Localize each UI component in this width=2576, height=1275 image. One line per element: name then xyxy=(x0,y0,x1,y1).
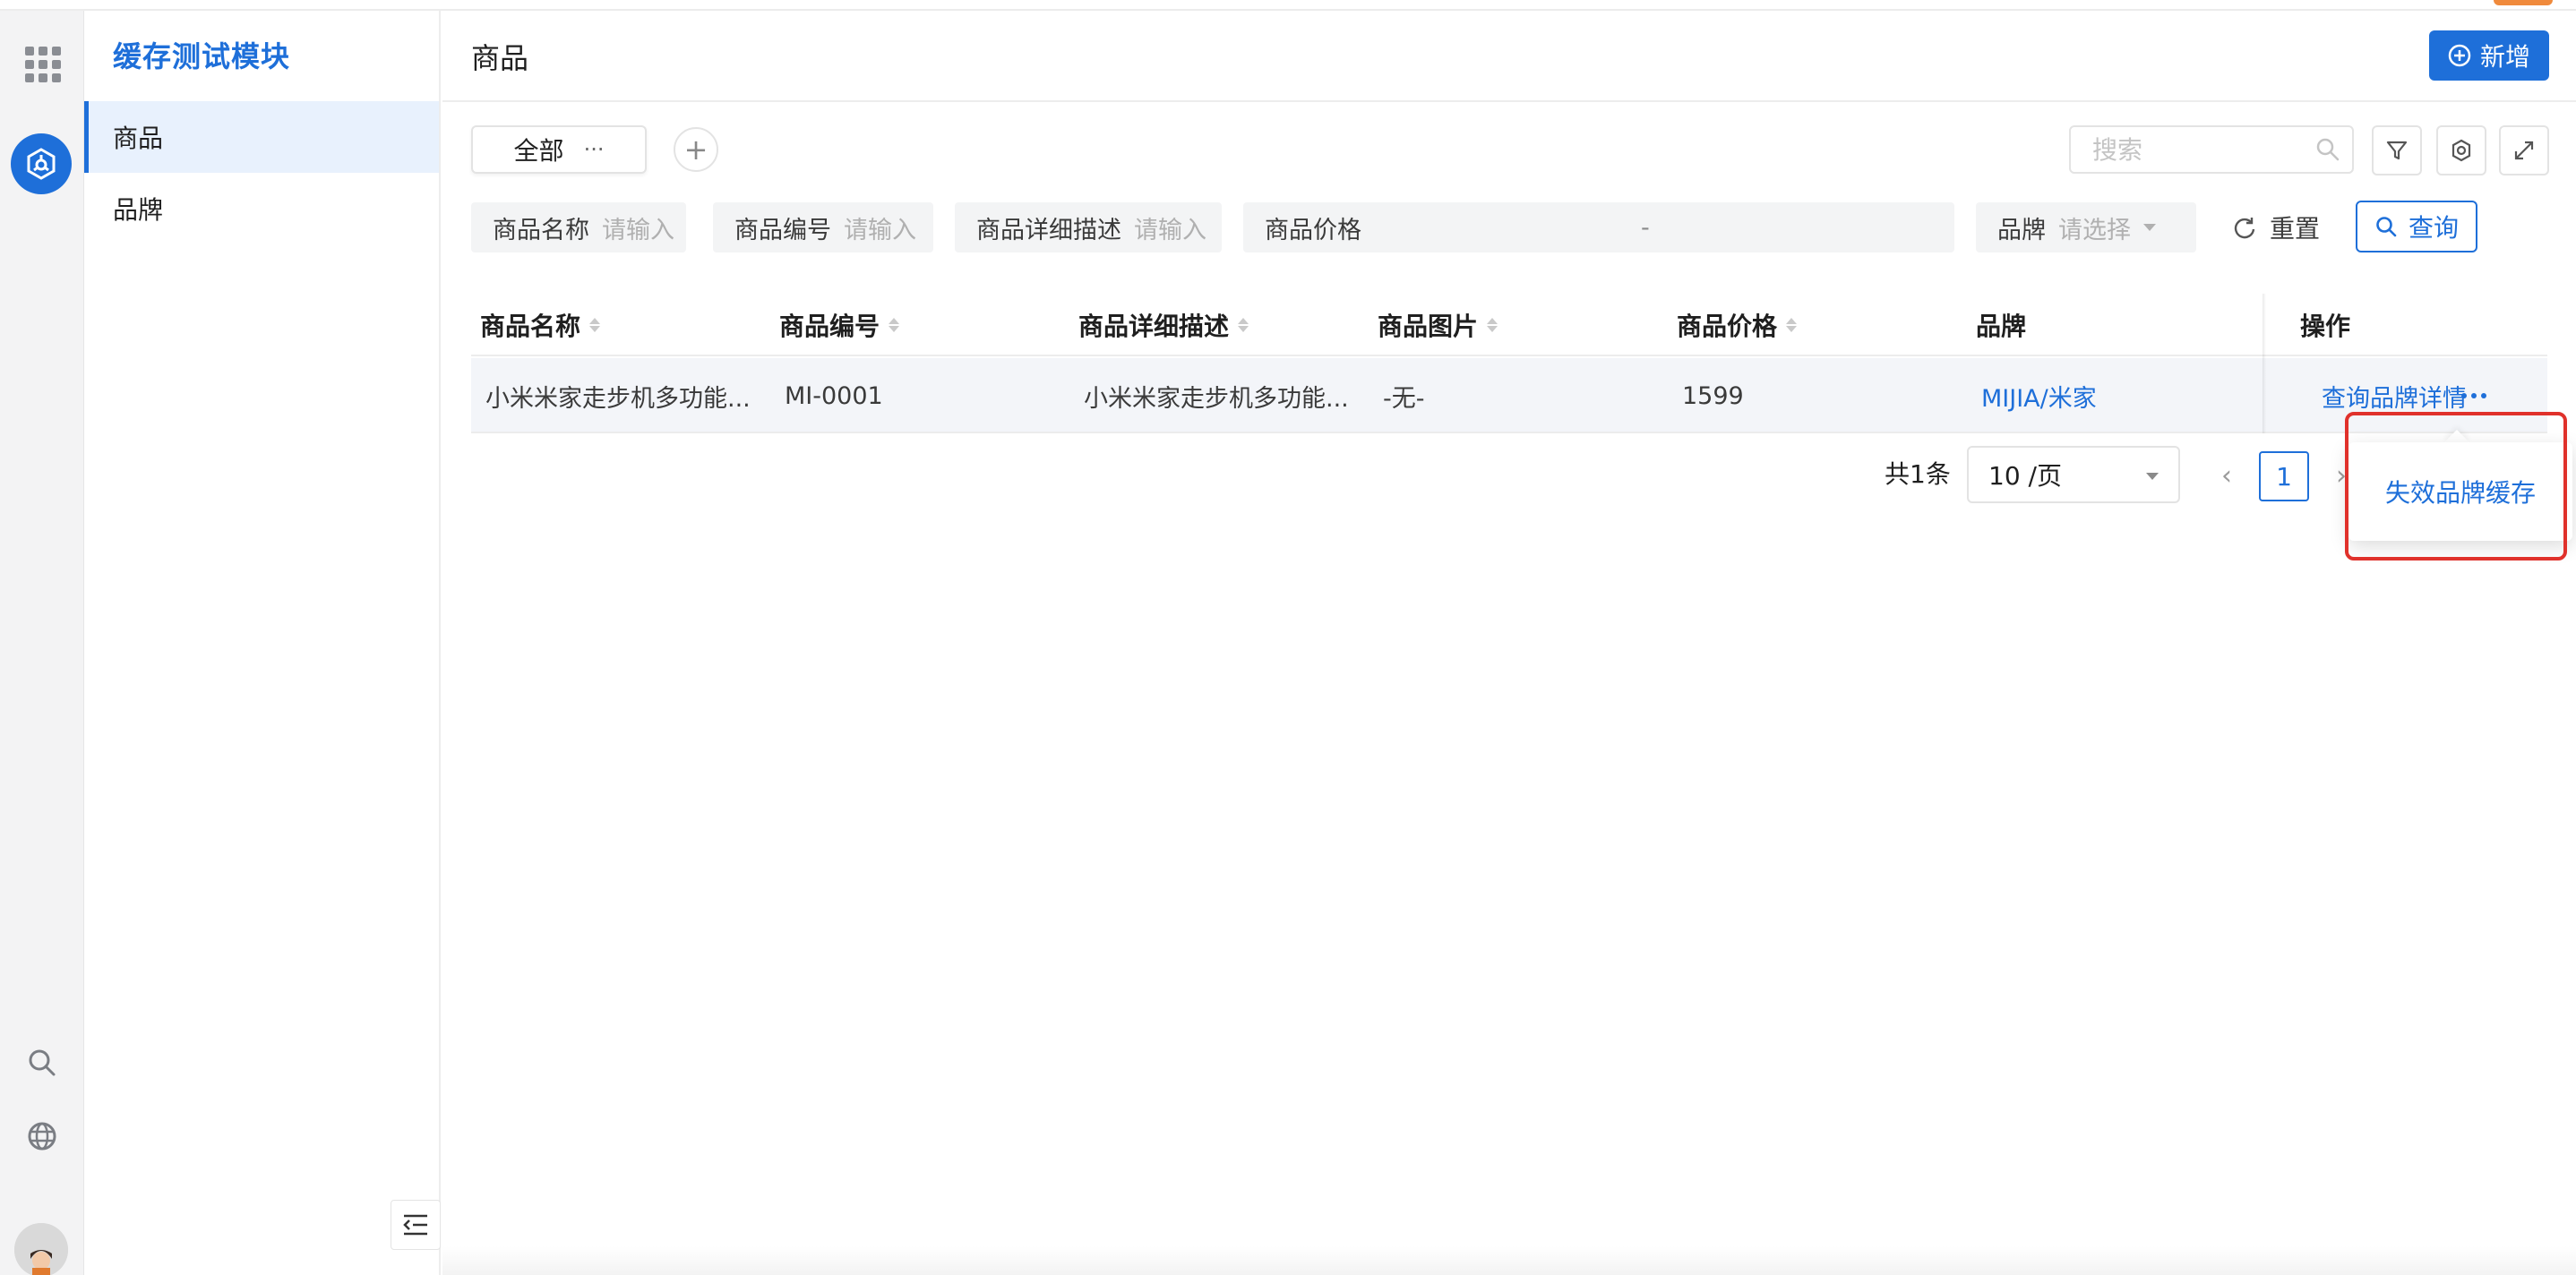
refresh-icon xyxy=(2234,218,2255,239)
more-actions-popover: 失效品牌缓存 xyxy=(2348,442,2572,541)
filter-brand[interactable]: 品牌 请选择 xyxy=(1976,202,2196,252)
module-title: 缓存测试模块 xyxy=(113,39,291,73)
cell-desc: 小米米家走步机多功能... xyxy=(1084,384,1349,413)
add-new-label: 新增 xyxy=(2479,42,2530,72)
add-view-button[interactable]: + xyxy=(674,127,718,172)
page-number-1[interactable]: 1 xyxy=(2259,451,2309,501)
filter-label: 商品编号 xyxy=(734,216,831,244)
chevron-down-icon xyxy=(2143,224,2156,231)
table-row[interactable]: 小米米家走步机多功能... MI-0001 小米米家走步机多功能... -无- … xyxy=(471,358,2547,433)
column-label: 商品价格 xyxy=(1677,312,1778,341)
fullscreen-button[interactable] xyxy=(2499,125,2549,175)
search-icon[interactable] xyxy=(23,1044,61,1082)
app-rail xyxy=(0,11,84,1275)
cell-brand-link[interactable]: MIJIA/米家 xyxy=(1981,358,2097,433)
column-header-desc[interactable]: 商品详细描述 xyxy=(1078,294,1249,356)
column-label: 操作 xyxy=(2300,312,2351,341)
avatar[interactable] xyxy=(14,1223,68,1275)
cell-image: -无- xyxy=(1383,384,1425,413)
filter-label: 商品名称 xyxy=(493,216,589,244)
module-icon[interactable] xyxy=(11,133,72,194)
filter-product-name[interactable]: 商品名称 请输入 xyxy=(471,202,686,252)
filter-product-desc[interactable]: 商品详细描述 请输入 xyxy=(955,202,1222,252)
collapse-sidebar-button[interactable] xyxy=(391,1200,441,1250)
search-icon xyxy=(2316,138,2340,161)
filter-placeholder: 请输入 xyxy=(1134,216,1206,244)
sidebar-item-products[interactable]: 商品 xyxy=(84,101,439,173)
settings-button[interactable] xyxy=(2436,125,2486,175)
filter-product-price[interactable]: 商品价格 - xyxy=(1243,202,1954,252)
page-title: 商品 xyxy=(471,41,529,75)
filter-icon xyxy=(2386,141,2408,160)
search-input[interactable] xyxy=(2069,125,2354,174)
column-label: 商品编号 xyxy=(779,312,880,341)
filter-placeholder: 请输入 xyxy=(602,216,674,244)
bottom-fade xyxy=(442,1246,2576,1275)
filter-placeholder: 请选择 xyxy=(2058,216,2131,244)
column-header-name[interactable]: 商品名称 xyxy=(480,294,601,356)
filter-button[interactable] xyxy=(2372,125,2422,175)
column-header-image[interactable]: 商品图片 xyxy=(1378,294,1498,356)
plus-icon: + xyxy=(683,133,708,167)
sidebar-item-label: 商品 xyxy=(113,124,164,153)
cell-code: MI-0001 xyxy=(785,381,883,410)
page-size-select[interactable]: 10 /页 xyxy=(1967,446,2180,503)
filter-product-code[interactable]: 商品编号 请输入 xyxy=(713,202,933,252)
sort-icon[interactable] xyxy=(1786,318,1798,332)
column-header-actions: 操作 xyxy=(2300,294,2350,356)
view-tab-label: 全部 xyxy=(513,136,564,166)
app-window: 缓存测试模块 商品 品牌 商品 新增 全部 ··· + 搜索 商品名称 请输入 … xyxy=(0,0,2576,1275)
collapse-icon xyxy=(403,1214,427,1236)
globe-icon[interactable] xyxy=(23,1117,61,1155)
invalidate-brand-cache-item[interactable]: 失效品牌缓存 xyxy=(2385,474,2536,509)
reset-label: 重置 xyxy=(2270,214,2321,244)
plus-circle-icon xyxy=(2448,44,2471,67)
column-label: 商品图片 xyxy=(1378,312,1479,341)
fixed-column-shadow xyxy=(2263,294,2266,433)
main-content: 商品 新增 全部 ··· + 搜索 商品名称 请输入 商品编号 请输入 商品详细… xyxy=(442,11,2576,1275)
add-new-button[interactable]: 新增 xyxy=(2429,30,2549,81)
search-icon xyxy=(2376,217,2397,237)
sort-icon[interactable] xyxy=(1238,318,1249,332)
query-button[interactable]: 查询 xyxy=(2356,201,2477,252)
more-icon xyxy=(2461,393,2486,398)
expand-icon xyxy=(2514,141,2534,160)
price-range-separator: - xyxy=(1641,213,1650,242)
filter-label: 商品详细描述 xyxy=(976,216,1121,244)
column-label: 品牌 xyxy=(1976,312,2027,341)
column-header-code[interactable]: 商品编号 xyxy=(779,294,900,356)
view-brand-detail-link[interactable]: 查询品牌详情 xyxy=(2322,358,2467,433)
column-header-brand: 品牌 xyxy=(1976,294,2026,356)
more-actions-button[interactable] xyxy=(2461,358,2486,433)
reset-button[interactable]: 重置 xyxy=(2232,202,2320,252)
column-label: 商品名称 xyxy=(480,312,581,341)
chevron-down-icon xyxy=(2146,473,2159,480)
sort-icon[interactable] xyxy=(889,318,900,332)
filter-placeholder: 请输入 xyxy=(844,216,916,244)
module-sidebar: 缓存测试模块 商品 品牌 xyxy=(84,11,441,1275)
page-header: 商品 新增 xyxy=(442,11,2576,102)
top-accent-bar xyxy=(2494,0,2553,5)
cell-name: 小米米家走步机多功能... xyxy=(485,384,751,413)
filter-label: 商品价格 xyxy=(1265,216,1361,244)
sidebar-item-label: 品牌 xyxy=(113,195,164,225)
table-header: 商品名称 商品编号 商品详细描述 商品图片 商品价格 品牌 操作 xyxy=(471,294,2547,356)
page-size-value: 10 /页 xyxy=(1988,461,2062,491)
pagination-total: 共1条 xyxy=(1885,459,1951,489)
view-tab-all[interactable]: 全部 ··· xyxy=(471,125,647,174)
query-label: 查询 xyxy=(2408,213,2459,243)
apps-grid-icon[interactable] xyxy=(25,47,61,82)
sort-icon[interactable] xyxy=(1487,318,1498,332)
column-label: 商品详细描述 xyxy=(1078,312,1230,341)
cell-price: 1599 xyxy=(1682,381,1744,410)
filter-label: 品牌 xyxy=(1997,216,2046,244)
prev-page-button[interactable]: ‹ xyxy=(2209,453,2245,498)
more-icon[interactable]: ··· xyxy=(584,137,605,162)
gear-icon xyxy=(2451,139,2471,162)
sort-icon[interactable] xyxy=(589,318,601,332)
column-header-price[interactable]: 商品价格 xyxy=(1677,294,1798,356)
sidebar-item-brands[interactable]: 品牌 xyxy=(84,173,439,244)
